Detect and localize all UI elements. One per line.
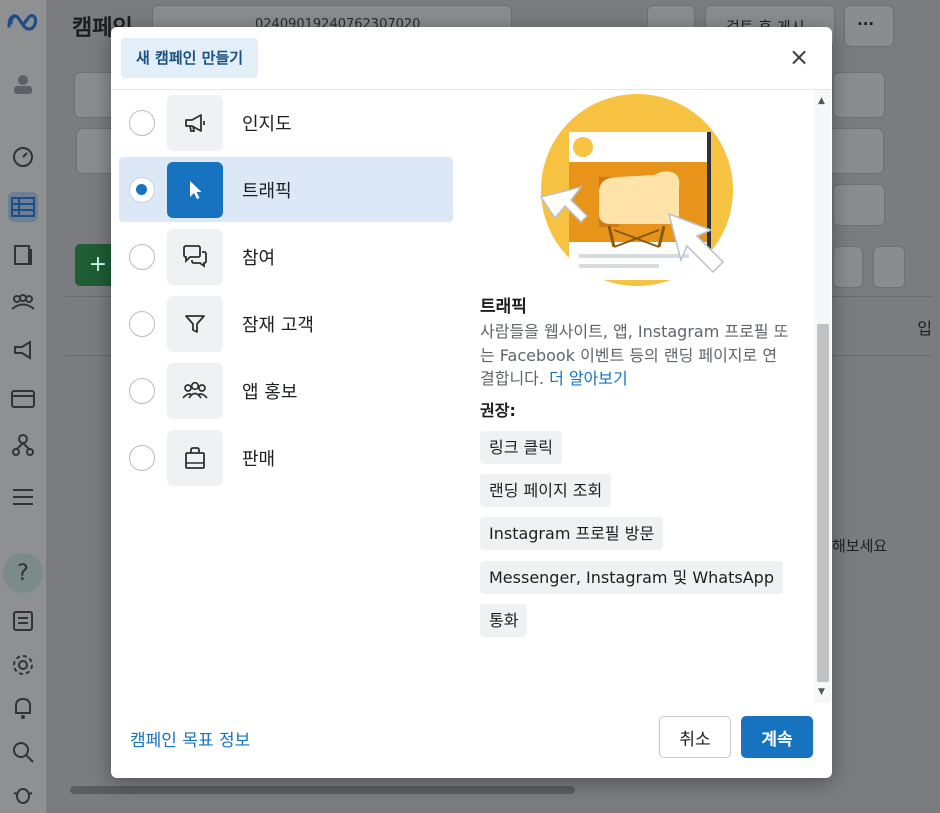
objective-label: 판매 [242,448,276,470]
objective-label: 참여 [242,247,276,269]
more-options-button[interactable]: ··· [844,5,894,47]
business-network-icon[interactable] [8,430,38,460]
billing-card-icon[interactable] [8,384,38,414]
modal-header: 새 캠페인 만들기 × [111,27,832,89]
background-columns-button[interactable] [873,246,905,288]
recommended-tag: 랜딩 페이지 조회 [480,474,612,507]
objective-awareness[interactable]: 인지도 [119,90,453,155]
left-navigation-rail: ? [0,0,46,813]
chat-bubbles-icon [167,228,223,285]
recommended-tag: 링크 클릭 [480,431,562,464]
objective-radio[interactable] [129,109,155,136]
recommended-label: 권장: [480,401,516,420]
megaphone-icon [167,94,223,151]
filter-settings-button[interactable] [833,72,885,118]
cursor-icon [167,161,223,218]
column-header-text: 입 [917,319,932,338]
traffic-illustration-icon [539,92,735,288]
scrollbar-thumb[interactable] [817,324,829,682]
meta-logo-icon [6,10,40,32]
modal-scrollbar[interactable]: ▲ ▼ [814,90,831,703]
objective-traffic[interactable]: 트래픽 [119,157,453,222]
pages-icon[interactable] [8,240,38,270]
modal-footer: 캠페인 목표 정보 취소 계속 [111,703,832,778]
objective-radio[interactable] [129,444,155,471]
background-horizontal-scrollbar[interactable] [70,786,575,794]
recommended-tag: Instagram 프로필 방문 [480,517,664,550]
objective-app-promotion[interactable]: 앱 홍보 [119,358,453,423]
profile-avatar-icon[interactable] [8,68,38,98]
menu-hamburger-icon[interactable] [8,482,38,512]
radio-selected-dot [136,183,147,195]
audiences-icon[interactable] [8,287,38,317]
bug-report-icon[interactable] [8,779,38,809]
objective-engagement[interactable]: 참여 [119,224,453,289]
notifications-bell-icon[interactable] [8,693,38,723]
search-icon[interactable] [8,737,38,767]
objective-radio[interactable] [129,310,155,337]
objective-label: 트래픽 [242,180,292,202]
objective-radio[interactable] [129,377,155,404]
objective-leads[interactable]: 잠재 고객 [119,291,453,356]
objective-list: 인지도 트래픽 참여 잠재 고객 앱 홍보 판매 [119,90,453,492]
shopping-bag-icon [167,429,223,486]
funnel-icon [167,295,223,352]
megaphone-nav-icon[interactable] [8,335,38,365]
settings-gear-icon[interactable] [8,650,38,680]
cancel-button[interactable]: 취소 [659,716,731,758]
modal-title: 새 캠페인 만들기 [121,38,259,78]
detail-description-text: 사람들을 웹사이트, 앱, Instagram 프로필 또는 Facebook … [480,322,789,388]
scroll-down-arrow-icon[interactable]: ▼ [818,687,825,697]
scroll-up-arrow-icon[interactable]: ▲ [818,96,825,106]
help-question-icon[interactable]: ? [3,553,43,593]
background-dropdown[interactable] [833,184,885,226]
reports-icon[interactable] [8,606,38,636]
learn-more-link[interactable]: 더 알아보기 [549,369,628,388]
objective-label: 인지도 [242,113,292,135]
create-campaign-modal: 새 캠페인 만들기 × 인지도 트래픽 참여 잠재 고객 앱 홍보 판매 트래픽… [111,27,832,778]
detail-title: 트래픽 [480,297,527,317]
dashboard-gauge-icon[interactable] [8,142,38,172]
modal-body: 인지도 트래픽 참여 잠재 고객 앱 홍보 판매 트래픽 사람들을 웹사이트, … [111,90,832,703]
objective-label: 잠재 고객 [242,314,314,336]
detail-description: 사람들을 웹사이트, 앱, Instagram 프로필 또는 Facebook … [480,320,790,391]
background-view-dropdown[interactable] [833,246,863,288]
recommended-tag: Messenger, Instagram 및 WhatsApp [480,561,783,594]
campaign-objective-info-link[interactable]: 캠페인 목표 정보 [130,726,250,751]
background-hint-text: 해보세요 [832,537,888,555]
objective-radio-selected[interactable] [129,176,155,203]
people-group-icon [167,362,223,419]
more-options-label: ··· [857,15,875,33]
objective-label: 앱 홍보 [242,381,298,403]
objective-sales[interactable]: 판매 [119,425,453,490]
recommended-tag: 통화 [480,604,528,637]
objective-radio[interactable] [129,243,155,270]
campaigns-table-icon[interactable] [8,192,38,222]
close-icon[interactable]: × [786,43,812,71]
continue-button[interactable]: 계속 [741,716,813,758]
